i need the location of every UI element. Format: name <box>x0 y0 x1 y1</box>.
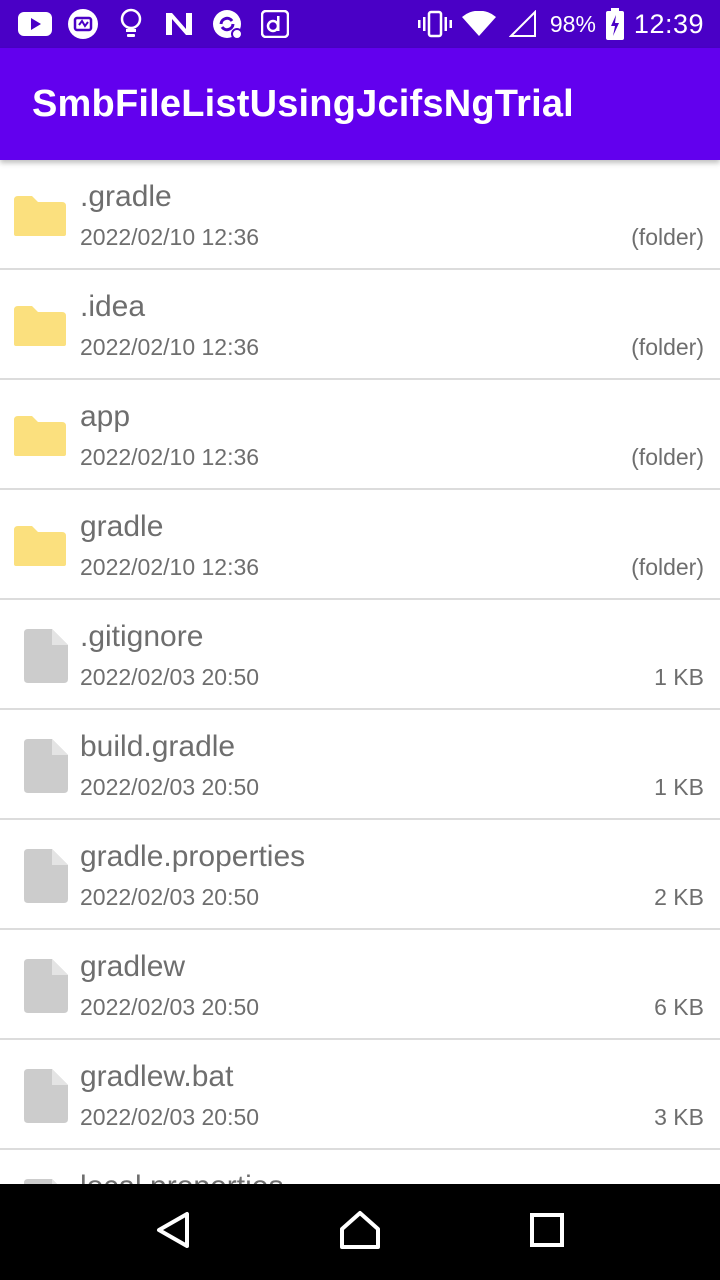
file-size: 3 KB <box>654 1104 704 1130</box>
file-icon <box>18 848 74 904</box>
file-name: local.properties <box>80 1170 283 1184</box>
file-date: 2022/02/03 20:50 <box>80 884 260 910</box>
clock: 12:39 <box>633 8 704 39</box>
file-icon <box>18 958 74 1014</box>
battery-percent: 98% <box>549 10 596 37</box>
file-name: gradlew <box>80 950 186 983</box>
file-list-item[interactable]: local.properties <box>0 1150 720 1184</box>
file-list-item[interactable]: gradlew.bat 2022/02/03 20:50 3 KB <box>0 1040 720 1150</box>
folder-icon <box>12 188 68 244</box>
file-size: (folder) <box>631 444 704 470</box>
signal-icon <box>506 7 540 41</box>
file-date: 2022/02/10 12:36 <box>80 334 260 360</box>
file-date: 2022/02/03 20:50 <box>80 774 260 800</box>
file-date: 2022/02/10 12:36 <box>80 444 260 470</box>
youtube-icon <box>18 7 52 41</box>
file-date: 2022/02/03 20:50 <box>80 994 260 1020</box>
file-icon <box>18 1068 74 1124</box>
app-bar: SmbFileListUsingJcifsNgTrial <box>0 48 720 160</box>
file-size: (folder) <box>631 334 704 360</box>
file-size: 2 KB <box>654 884 704 910</box>
d-app-icon <box>258 7 292 41</box>
file-size: 1 KB <box>654 664 704 690</box>
n-app-icon <box>162 7 196 41</box>
file-list-item[interactable]: gradle.properties 2022/02/03 20:50 2 KB <box>0 820 720 930</box>
file-size: 6 KB <box>654 994 704 1020</box>
file-list[interactable]: .gradle 2022/02/10 12:36 (folder) .idea 2022… <box>0 160 720 1184</box>
back-button[interactable] <box>133 1192 213 1272</box>
file-name: app <box>80 400 131 433</box>
file-name: gradle.properties <box>80 840 306 873</box>
system-icons: 98% 12:39 <box>417 7 704 41</box>
file-name: gradle <box>80 510 164 543</box>
file-name: .gradle <box>80 180 172 213</box>
home-icon <box>339 1209 381 1256</box>
file-icon <box>18 628 74 684</box>
file-list-item[interactable]: .gitignore 2022/02/03 20:50 1 KB <box>0 600 720 710</box>
recents-button[interactable] <box>507 1192 587 1272</box>
file-size: (folder) <box>631 224 704 250</box>
file-list-item[interactable]: gradlew 2022/02/03 20:50 6 KB <box>0 930 720 1040</box>
app-title: SmbFileListUsingJcifsNgTrial <box>32 82 574 125</box>
recents-icon <box>529 1212 565 1253</box>
back-icon <box>153 1210 193 1255</box>
file-list-item[interactable]: gradle 2022/02/10 12:36 (folder) <box>0 490 720 600</box>
status-bar: 98% 12:39 <box>0 0 720 48</box>
file-size: 1 KB <box>654 774 704 800</box>
folder-icon <box>12 518 68 574</box>
home-button[interactable] <box>320 1192 400 1272</box>
vibrate-icon <box>417 7 452 41</box>
lightbulb-icon <box>114 7 148 41</box>
file-icon <box>18 738 74 794</box>
file-list-item[interactable]: build.gradle 2022/02/03 20:50 1 KB <box>0 710 720 820</box>
file-list-item[interactable]: .gradle 2022/02/10 12:36 (folder) <box>0 160 720 270</box>
navigation-bar <box>0 1184 720 1280</box>
file-name: .gitignore <box>80 620 204 653</box>
file-date: 2022/02/10 12:36 <box>80 554 260 580</box>
file-size: (folder) <box>631 554 704 580</box>
file-date: 2022/02/03 20:50 <box>80 1104 260 1130</box>
file-date: 2022/02/03 20:50 <box>80 664 260 690</box>
file-name: .idea <box>80 290 146 323</box>
folder-icon <box>12 298 68 354</box>
file-name: gradlew.bat <box>80 1060 234 1093</box>
folder-icon <box>12 408 68 464</box>
file-date: 2022/02/10 12:36 <box>80 224 260 250</box>
file-list-item[interactable]: app 2022/02/10 12:36 (folder) <box>0 380 720 490</box>
wifi-icon <box>461 7 496 41</box>
file-name: build.gradle <box>80 730 236 763</box>
battery-charging-icon <box>605 7 624 41</box>
file-list-item[interactable]: .idea 2022/02/10 12:36 (folder) <box>0 270 720 380</box>
notification-icons <box>18 7 292 41</box>
tv-icon <box>66 7 100 41</box>
sync-icon <box>210 7 244 41</box>
